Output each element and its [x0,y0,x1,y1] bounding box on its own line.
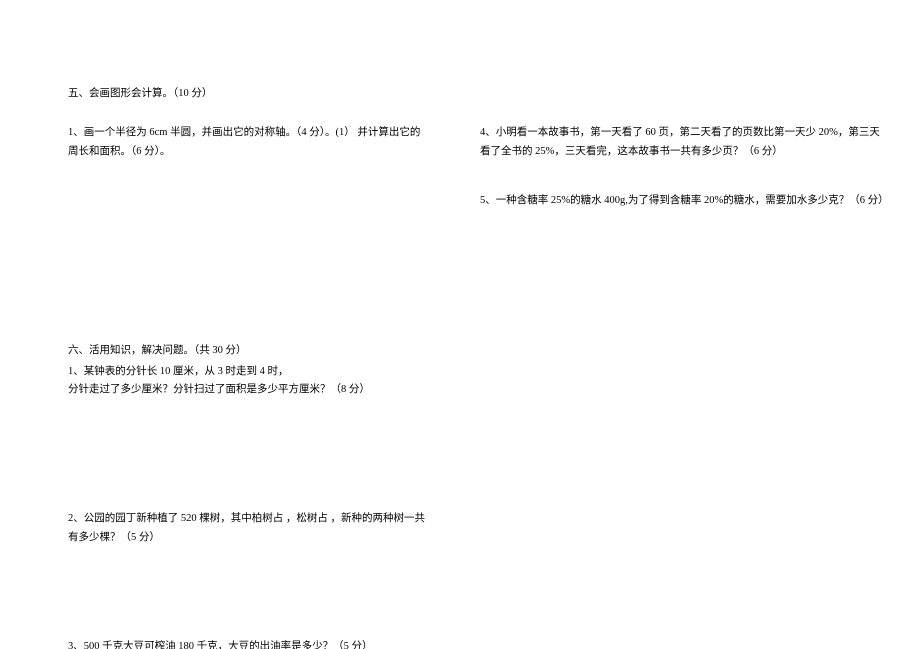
page: 五、会画图形会计算。（10 分） 1、画一个半径为 6cm 半圆，并画出它的对称… [0,0,920,649]
text-sec6-heading: 六、活用知识，解决问题。（共 30 分） [68,345,247,356]
section-6-heading: 六、活用知识，解决问题。（共 30 分） [68,342,428,361]
section-5-question-1: 1、画一个半径为 6cm 半圆，并画出它的对称轴。（4 分）。(1） 并计算出它… [68,124,428,162]
spacer [68,182,428,342]
text-sec6-q2: 2、公园的园丁新种植了 520 棵树，其中柏树占 ，松树占 ，新种的两种树一共有… [68,513,425,543]
section-6-question-1: 1、某钟表的分针长 10 厘米，从 3 时走到 4 时， 分针走过了多少厘米？分… [68,363,428,401]
text-sec5-q1: 1、画一个半径为 6cm 半圆，并画出它的对称轴。（4 分）。(1） 并计算出它… [68,127,420,157]
section-6-question-5: 5、一种含糖率 25%的糖水 400g,为了得到含糖率 20%的糖水，需要加水多… [480,192,890,211]
text-sec6-q3: 3、500 千克大豆可榨油 180 千克，大豆的出油率是多少？（5 分） [68,641,373,649]
text-sec6-q1-line2: 分针走过了多少厘米？分针扫过了面积是多少平方厘米？（8 分） [68,381,428,400]
text-sec6-q1-line1: 1、某钟表的分针长 10 厘米，从 3 时走到 4 时， [68,363,428,382]
section-6-question-3: 3、500 千克大豆可榨油 180 千克，大豆的出油率是多少？（5 分） [68,638,428,649]
left-column: 五、会画图形会计算。（10 分） 1、画一个半径为 6cm 半圆，并画出它的对称… [68,85,428,649]
spacer [68,420,428,510]
spacer [68,568,428,638]
text-sec5-heading: 五、会画图形会计算。（10 分） [68,88,212,99]
section-6-question-2: 2、公园的园丁新种植了 520 棵树，其中柏树占 ，松树占 ，新种的两种树一共有… [68,510,428,548]
section-6-question-4: 4、小明看一本故事书，第一天看了 60 页，第二天看了的页数比第一天少 20%，… [480,124,890,162]
section-5-heading: 五、会画图形会计算。（10 分） [68,85,428,104]
text-sec6-q4: 4、小明看一本故事书，第一天看了 60 页，第二天看了的页数比第一天少 20%，… [480,127,880,157]
text-sec6-q5: 5、一种含糖率 25%的糖水 400g,为了得到含糖率 20%的糖水，需要加水多… [480,195,889,206]
right-column: 4、小明看一本故事书，第一天看了 60 页，第二天看了的页数比第一天少 20%，… [480,124,890,231]
